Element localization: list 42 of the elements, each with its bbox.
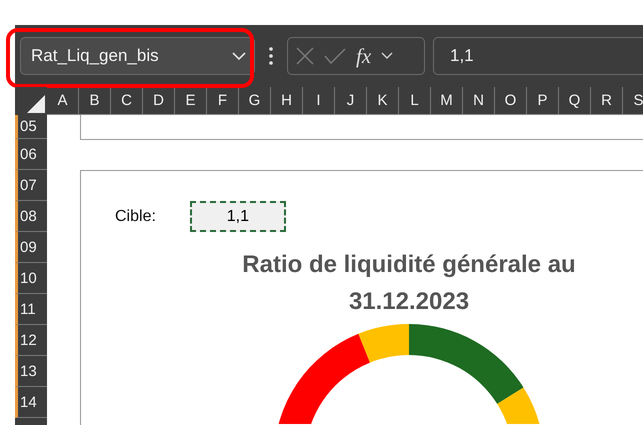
select-all-icon[interactable] [27,95,45,113]
cancel-icon[interactable] [296,47,314,65]
formula-field[interactable]: 1,1 [433,37,643,75]
cell-name: Rat_Liq_gen_bis [31,46,159,66]
chevron-down-icon[interactable] [381,52,394,60]
column-header[interactable]: O [495,87,527,114]
row-header[interactable]: 08 [15,201,47,232]
column-header[interactable]: S [623,87,643,114]
column-header[interactable]: L [399,87,431,114]
column-header[interactable]: N [463,87,495,114]
row-header[interactable]: 06 [15,139,47,170]
check-icon[interactable] [324,48,346,64]
column-header[interactable]: G [239,87,271,114]
chart-title: Ratio de liquidité générale au 31.12.2023 [241,250,577,317]
name-box[interactable]: Rat_Liq_gen_bis [20,37,255,75]
row-header[interactable]: 12 [15,325,47,356]
column-header[interactable]: K [367,87,399,114]
insert-function-button[interactable]: fx [356,44,372,68]
column-header[interactable]: M [431,87,463,114]
column-header[interactable]: R [591,87,623,114]
row-header[interactable]: 14 [15,387,47,418]
row-header[interactable]: 11 [15,294,47,325]
column-header[interactable]: H [271,87,303,114]
column-header[interactable]: C [111,87,143,114]
chevron-down-icon[interactable] [232,52,246,60]
column-header[interactable]: J [335,87,367,114]
column-header[interactable]: P [527,87,559,114]
row-header[interactable]: 13 [15,356,47,387]
column-header[interactable]: Q [559,87,591,114]
row-header[interactable]: 05 [15,115,47,139]
target-label: Cible: [115,208,156,226]
column-header[interactable]: F [207,87,239,114]
row-header[interactable]: 10 [15,263,47,294]
column-header[interactable]: B [79,87,111,114]
more-icon[interactable] [269,47,273,65]
column-header[interactable]: A [47,87,79,114]
column-header[interactable]: I [303,87,335,114]
row-header[interactable]: 09 [15,232,47,263]
column-header[interactable]: D [143,87,175,114]
row-header[interactable]: 07 [15,170,47,201]
target-cell[interactable]: 1,1 [190,201,286,232]
column-header[interactable]: E [175,87,207,114]
